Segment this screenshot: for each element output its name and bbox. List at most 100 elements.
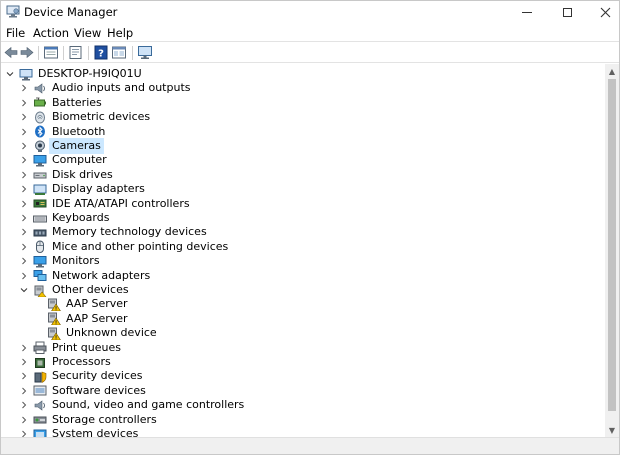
properties-window-icon[interactable] bbox=[43, 45, 59, 60]
vertical-scrollbar[interactable]: ▲ ▼ bbox=[605, 64, 619, 437]
chevron-right-icon[interactable] bbox=[20, 214, 28, 222]
expand-toggle[interactable] bbox=[19, 153, 29, 167]
tree-node-sound-video-and-game-controllers-22[interactable]: Sound, video and game controllers bbox=[19, 398, 246, 412]
expand-toggle[interactable] bbox=[19, 211, 29, 225]
expand-toggle[interactable] bbox=[19, 413, 29, 427]
view-icon[interactable] bbox=[111, 45, 127, 60]
chevron-right-icon[interactable] bbox=[20, 200, 28, 208]
tree-node-system-devices-24[interactable]: System devices bbox=[19, 427, 140, 437]
expand-toggle[interactable] bbox=[19, 168, 29, 182]
expand-toggle[interactable] bbox=[19, 81, 29, 95]
chevron-right-icon[interactable] bbox=[20, 401, 28, 409]
monitor-scan-icon[interactable] bbox=[137, 45, 153, 60]
menu-action[interactable]: Action bbox=[33, 26, 69, 40]
processor-icon bbox=[35, 357, 45, 368]
tree-node-computer-5[interactable]: Computer bbox=[19, 153, 109, 167]
tree-node-ide-ata-atapi-controllers-8[interactable]: IDE ATA/ATAPI controllers bbox=[19, 197, 192, 211]
update-driver-icon[interactable] bbox=[68, 45, 84, 60]
expand-toggle[interactable] bbox=[19, 182, 29, 196]
chevron-down-icon[interactable] bbox=[20, 286, 28, 294]
scroll-down-arrow-icon[interactable]: ▼ bbox=[605, 423, 619, 437]
tree-node-cameras-4[interactable]: Cameras bbox=[19, 138, 104, 154]
tree-node-unknown-device-17[interactable]: Unknown device bbox=[33, 326, 159, 340]
expand-toggle[interactable] bbox=[19, 110, 29, 124]
expand-toggle[interactable] bbox=[19, 341, 29, 355]
chevron-right-icon[interactable] bbox=[20, 128, 28, 136]
tree-node-security-devices-20[interactable]: Security devices bbox=[19, 369, 145, 383]
tree-node-other-devices-14[interactable]: Other devices bbox=[19, 283, 131, 297]
tree-node-display-adapters-7[interactable]: Display adapters bbox=[19, 182, 147, 196]
menu-view[interactable]: View bbox=[74, 26, 101, 40]
expand-toggle[interactable] bbox=[19, 240, 29, 254]
expand-toggle[interactable] bbox=[19, 254, 29, 268]
chevron-right-icon[interactable] bbox=[20, 430, 28, 437]
chevron-right-icon[interactable] bbox=[20, 387, 28, 395]
chevron-right-icon[interactable] bbox=[20, 358, 28, 366]
expand-toggle[interactable] bbox=[19, 427, 29, 437]
expand-toggle[interactable] bbox=[19, 398, 29, 412]
tree-node-label: Unknown device bbox=[66, 326, 157, 340]
close-button[interactable] bbox=[585, 1, 619, 23]
help-icon[interactable]: ? bbox=[93, 45, 109, 60]
tree-node-label: Audio inputs and outputs bbox=[52, 81, 191, 95]
tree-node-label: Biometric devices bbox=[52, 110, 151, 124]
expand-toggle[interactable] bbox=[19, 139, 29, 153]
maximize-button[interactable] bbox=[547, 1, 587, 23]
tree-node-mice-and-other-pointing-devices-11[interactable]: Mice and other pointing devices bbox=[19, 240, 230, 254]
chevron-right-icon[interactable] bbox=[20, 243, 28, 251]
minimize-button[interactable] bbox=[507, 1, 547, 23]
menu-help[interactable]: Help bbox=[107, 26, 133, 40]
chevron-right-icon[interactable] bbox=[20, 257, 28, 265]
chevron-right-icon[interactable] bbox=[20, 156, 28, 164]
scroll-up-arrow-icon[interactable]: ▲ bbox=[605, 64, 619, 78]
tree-node-processors-19[interactable]: Processors bbox=[19, 355, 113, 369]
chevron-right-icon[interactable] bbox=[20, 84, 28, 92]
tree-node-aap-server-15[interactable]: AAP Server bbox=[33, 297, 130, 311]
chevron-down-icon[interactable] bbox=[6, 70, 14, 78]
expand-toggle[interactable] bbox=[19, 355, 29, 369]
chevron-right-icon[interactable] bbox=[20, 113, 28, 121]
tree-node-biometric-devices-2[interactable]: Biometric devices bbox=[19, 110, 152, 124]
chevron-right-icon[interactable] bbox=[20, 185, 28, 193]
chevron-right-icon[interactable] bbox=[20, 99, 28, 107]
tree-node-memory-technology-devices-10[interactable]: Memory technology devices bbox=[19, 225, 209, 239]
scrollbar-thumb[interactable] bbox=[608, 79, 616, 411]
chevron-right-icon[interactable] bbox=[20, 372, 28, 380]
tree-node-root[interactable]: DESKTOP-H9IQ01U bbox=[5, 67, 144, 81]
tree-node-storage-controllers-23[interactable]: Storage controllers bbox=[19, 413, 159, 427]
expand-toggle[interactable] bbox=[19, 269, 29, 283]
tree-node-batteries-1[interactable]: Batteries bbox=[19, 96, 104, 110]
chevron-right-icon[interactable] bbox=[20, 344, 28, 352]
expand-toggle[interactable] bbox=[19, 369, 29, 383]
tree-node-aap-server-16[interactable]: AAP Server bbox=[33, 312, 130, 326]
chevron-right-icon[interactable] bbox=[20, 416, 28, 424]
forward-icon[interactable] bbox=[19, 45, 35, 60]
chevron-right-icon[interactable] bbox=[20, 171, 28, 179]
tree-node-label: Sound, video and game controllers bbox=[52, 398, 245, 412]
chevron-right-icon[interactable] bbox=[20, 272, 28, 280]
collapse-toggle[interactable] bbox=[5, 67, 15, 81]
expand-toggle[interactable] bbox=[19, 197, 29, 211]
warning-device-icon bbox=[48, 298, 61, 311]
tree-node-software-devices-21[interactable]: Software devices bbox=[19, 384, 148, 398]
chevron-right-icon[interactable] bbox=[20, 142, 28, 150]
tree-node-print-queues-18[interactable]: Print queues bbox=[19, 341, 123, 355]
expand-toggle[interactable] bbox=[19, 225, 29, 239]
expand-toggle[interactable] bbox=[19, 125, 29, 139]
menu-file[interactable]: File bbox=[6, 26, 25, 40]
expand-toggle[interactable] bbox=[19, 96, 29, 110]
tree-node-audio-inputs-and-outputs-0[interactable]: Audio inputs and outputs bbox=[19, 81, 193, 95]
tree-node-bluetooth-3[interactable]: Bluetooth bbox=[19, 125, 107, 139]
collapse-toggle[interactable] bbox=[19, 283, 29, 297]
back-icon[interactable] bbox=[3, 45, 19, 60]
toolbar-separator bbox=[38, 46, 39, 60]
expand-toggle[interactable] bbox=[19, 384, 29, 398]
chevron-right-icon[interactable] bbox=[20, 228, 28, 236]
tree-node-network-adapters-13[interactable]: Network adapters bbox=[19, 269, 152, 283]
tree-node-monitors-12[interactable]: Monitors bbox=[19, 254, 102, 268]
device-manager-window: Device Manager File Action View Help ? D… bbox=[0, 0, 620, 455]
battery-icon bbox=[34, 97, 46, 107]
tree-node-disk-drives-6[interactable]: Disk drives bbox=[19, 168, 115, 182]
tree-node-keyboards-9[interactable]: Keyboards bbox=[19, 211, 111, 225]
